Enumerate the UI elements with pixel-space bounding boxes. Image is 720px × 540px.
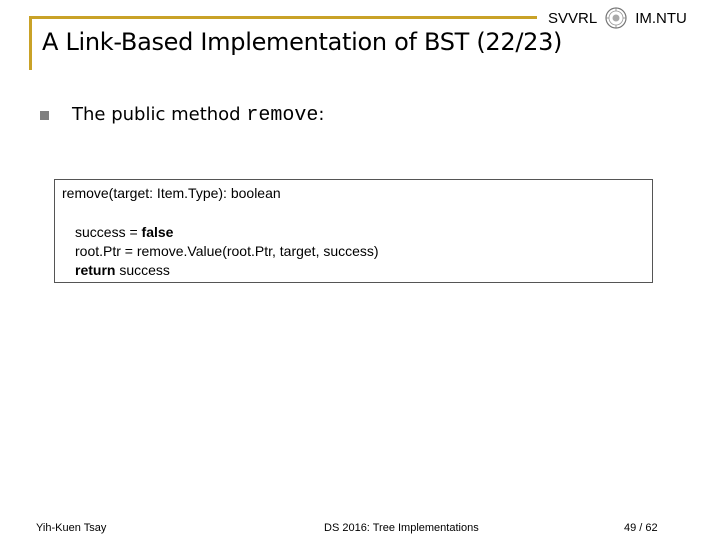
bullet-text-suffix: : <box>318 104 325 125</box>
code-line-1-keyword: false <box>141 224 174 240</box>
code-body: success = false root.Ptr = remove.Value(… <box>75 223 379 280</box>
pseudocode-box: remove(target: Item.Type): boolean succe… <box>54 179 653 283</box>
header-side-rule <box>29 16 32 70</box>
header-rule <box>29 16 537 19</box>
footer-course: DS 2016: Tree Implementations <box>324 522 479 534</box>
bullet-text: The public method remove: <box>72 104 324 127</box>
org-right-label: IM.NTU <box>635 9 687 27</box>
code-line-1: success = false <box>75 223 379 242</box>
code-line-2: root.Ptr = remove.Value(root.Ptr, target… <box>75 243 379 259</box>
code-line-1-text: success = <box>75 224 142 240</box>
org-left-label: SVVRL <box>548 9 598 27</box>
bullet-item: The public method remove: <box>40 104 324 127</box>
footer-author: Yih-Kuen Tsay <box>36 522 107 534</box>
square-bullet-icon <box>40 111 49 120</box>
slide-title: A Link-Based Implementation of BST (22/2… <box>42 28 563 56</box>
bullet-code: remove <box>246 104 319 127</box>
footer-page-number: 49 / 62 <box>624 522 658 534</box>
code-line-3-text: success <box>115 262 170 278</box>
code-signature: remove(target: Item.Type): boolean <box>62 185 281 201</box>
header-organization: SVVRL IM.NTU <box>548 7 687 29</box>
university-seal-icon <box>605 7 627 29</box>
code-line-3-keyword: return <box>75 262 116 278</box>
bullet-text-prefix: The public method <box>72 104 247 125</box>
code-line-3: return success <box>75 261 379 280</box>
